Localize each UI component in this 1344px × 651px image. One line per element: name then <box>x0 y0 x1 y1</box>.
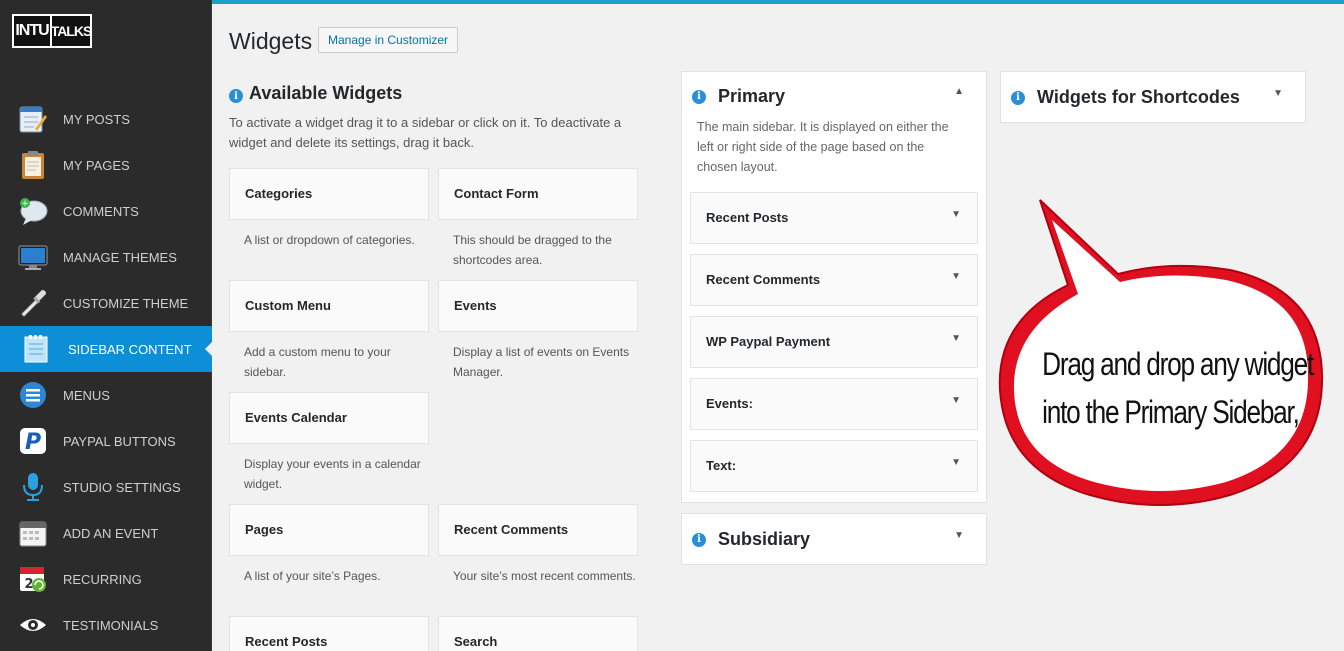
menu-item-label: STUDIO SETTINGS <box>63 479 181 495</box>
menu-item-sidebar-content[interactable]: SIDEBAR CONTENT <box>0 326 213 372</box>
sidebar-doc-icon <box>20 333 52 365</box>
logo-right: TALKS <box>50 14 92 48</box>
admin-menu: MY POSTS MY PAGES + COMMENTS MANAGE THEM… <box>0 96 213 648</box>
calendar-icon <box>17 517 49 549</box>
microphone-icon <box>17 471 49 503</box>
menu-item-label: MY PAGES <box>63 157 130 173</box>
collapse-arrow-icon[interactable]: ▲ <box>954 86 964 97</box>
svg-text:+: + <box>21 199 29 209</box>
monitor-icon <box>17 241 49 273</box>
expand-arrow-icon[interactable]: ▼ <box>954 530 964 541</box>
subsidiary-heading: i Subsidiary <box>692 529 810 550</box>
callout-line-2: into the Primary Sidebar, <box>1042 394 1300 430</box>
info-icon: i <box>1011 90 1025 105</box>
widget-description: A list or dropdown of categories. <box>244 233 415 247</box>
available-widgets-description: To activate a widget drag it to a sideba… <box>229 115 622 150</box>
menu-item-label: MY POSTS <box>63 111 130 127</box>
widget-events[interactable]: Events <box>438 280 638 332</box>
menu-item-label: CUSTOMIZE THEME <box>63 295 189 311</box>
menu-item-studio-settings[interactable]: STUDIO SETTINGS <box>0 464 212 510</box>
info-icon: i <box>692 89 706 104</box>
admin-sidebar: INTU TALKS MY POSTS MY PAGES + COMMENTS <box>0 0 213 651</box>
menu-item-customize-theme[interactable]: CUSTOMIZE THEME <box>0 280 212 326</box>
site-logo[interactable]: INTU TALKS <box>12 10 94 54</box>
widget-description: A list of your site’s Pages. <box>244 569 381 583</box>
widget-recent-comments[interactable]: Recent Comments <box>438 504 638 556</box>
widget-custom-menu[interactable]: Custom Menu <box>229 280 429 332</box>
menu-item-label: MANAGE THEMES <box>63 249 177 265</box>
widget-title: Recent Comments <box>706 272 821 287</box>
widget-pages[interactable]: Pages <box>229 504 429 556</box>
menu-item-label: ADD AN EVENT <box>63 525 159 541</box>
subsidiary-title: Subsidiary <box>718 529 811 549</box>
menu-item-testimonials[interactable]: TESTIMONIALS <box>0 602 212 648</box>
available-widgets-heading: i Available Widgets <box>229 83 402 104</box>
widget-description: This should be dragged to the shortcodes… <box>453 233 612 267</box>
widget-events-calendar[interactable]: Events Calendar <box>229 392 429 444</box>
paypal-icon: P <box>17 425 49 457</box>
widget-title: Events: <box>706 396 753 411</box>
widget-categories[interactable]: Categories <box>229 168 429 220</box>
info-icon: i <box>692 532 706 547</box>
eyedropper-icon <box>17 287 49 319</box>
svg-text:P: P <box>25 430 41 455</box>
primary-sidebar-heading: i Primary <box>692 86 785 107</box>
callout-line-1: Drag and drop any widget <box>1042 346 1314 382</box>
subsidiary-sidebar-panel[interactable]: i Subsidiary ▼ <box>681 513 987 565</box>
speech-bubble-icon: + <box>17 195 49 227</box>
clipboard-icon <box>17 149 49 181</box>
expand-arrow-icon[interactable]: ▼ <box>951 193 961 237</box>
expand-arrow-icon[interactable]: ▼ <box>951 441 961 485</box>
widget-title: WP Paypal Payment <box>706 334 831 349</box>
expand-arrow-icon[interactable]: ▼ <box>1273 88 1283 99</box>
widget-title: Text: <box>706 458 737 473</box>
widget-recent-posts[interactable]: Recent Posts <box>229 616 429 651</box>
menu-item-recurring[interactable]: 2 RECURRING <box>0 556 212 602</box>
menu-item-label: SIDEBAR CONTENT <box>68 341 192 357</box>
primary-widget-recent-posts[interactable]: Recent Posts ▼ <box>690 192 978 244</box>
menu-item-label: PAYPAL BUTTONS <box>63 433 176 449</box>
menu-item-add-an-event[interactable]: ADD AN EVENT <box>0 510 212 556</box>
shortcodes-heading: i Widgets for Shortcodes <box>1011 87 1240 108</box>
primary-widget-text[interactable]: Text: ▼ <box>690 440 978 492</box>
menu-item-manage-themes[interactable]: MANAGE THEMES <box>0 234 212 280</box>
eye-icon <box>17 609 49 641</box>
primary-sidebar-panel[interactable]: i Primary ▲ The main sidebar. It is disp… <box>681 71 987 503</box>
notepad-icon <box>17 103 49 135</box>
primary-widget-events[interactable]: Events: ▼ <box>690 378 978 430</box>
menu-item-paypal-buttons[interactable]: P PAYPAL BUTTONS <box>0 418 212 464</box>
primary-sidebar-title: Primary <box>718 86 786 106</box>
widget-description: Add a custom menu to your sidebar. <box>244 345 391 379</box>
menu-item-label: TESTIMONIALS <box>63 617 159 633</box>
widget-search[interactable]: Search <box>438 616 638 651</box>
primary-sidebar-description: The main sidebar. It is displayed on eit… <box>697 120 949 174</box>
widget-title: Recent Posts <box>706 210 789 225</box>
page-title: Widgets <box>229 28 313 54</box>
expand-arrow-icon[interactable]: ▼ <box>951 379 961 423</box>
recurring-calendar-icon: 2 <box>17 563 49 595</box>
callout-text: Drag and drop any widget into the Primar… <box>1042 340 1314 436</box>
menu-item-menus[interactable]: MENUS <box>0 372 212 418</box>
menu-icon <box>17 379 49 411</box>
widget-description: Your site’s most recent comments. <box>453 569 636 583</box>
primary-widget-recent-comments[interactable]: Recent Comments ▼ <box>690 254 978 306</box>
widget-contact-form[interactable]: Contact Form <box>438 168 638 220</box>
primary-widget-wp-paypal-payment[interactable]: WP Paypal Payment ▼ <box>690 316 978 368</box>
menu-item-label: RECURRING <box>63 571 142 587</box>
manage-in-customizer-button[interactable]: Manage in Customizer <box>318 27 459 53</box>
expand-arrow-icon[interactable]: ▼ <box>951 255 961 299</box>
available-widgets-title: Available Widgets <box>249 83 403 103</box>
menu-item-label: MENUS <box>63 387 110 403</box>
logo-left: INTU <box>12 14 52 48</box>
widget-description: Display a list of events on Events Manag… <box>453 345 630 379</box>
menu-item-label: COMMENTS <box>63 203 139 219</box>
menu-item-comments[interactable]: + COMMENTS <box>0 188 212 234</box>
shortcodes-sidebar-panel[interactable]: i Widgets for Shortcodes ▼ <box>1000 71 1306 123</box>
expand-arrow-icon[interactable]: ▼ <box>951 317 961 361</box>
menu-item-my-posts[interactable]: MY POSTS <box>0 96 212 142</box>
shortcodes-title: Widgets for Shortcodes <box>1037 87 1240 107</box>
widget-description: Display your events in a calendar widget… <box>244 457 421 491</box>
info-icon: i <box>229 89 243 103</box>
menu-item-my-pages[interactable]: MY PAGES <box>0 142 212 188</box>
